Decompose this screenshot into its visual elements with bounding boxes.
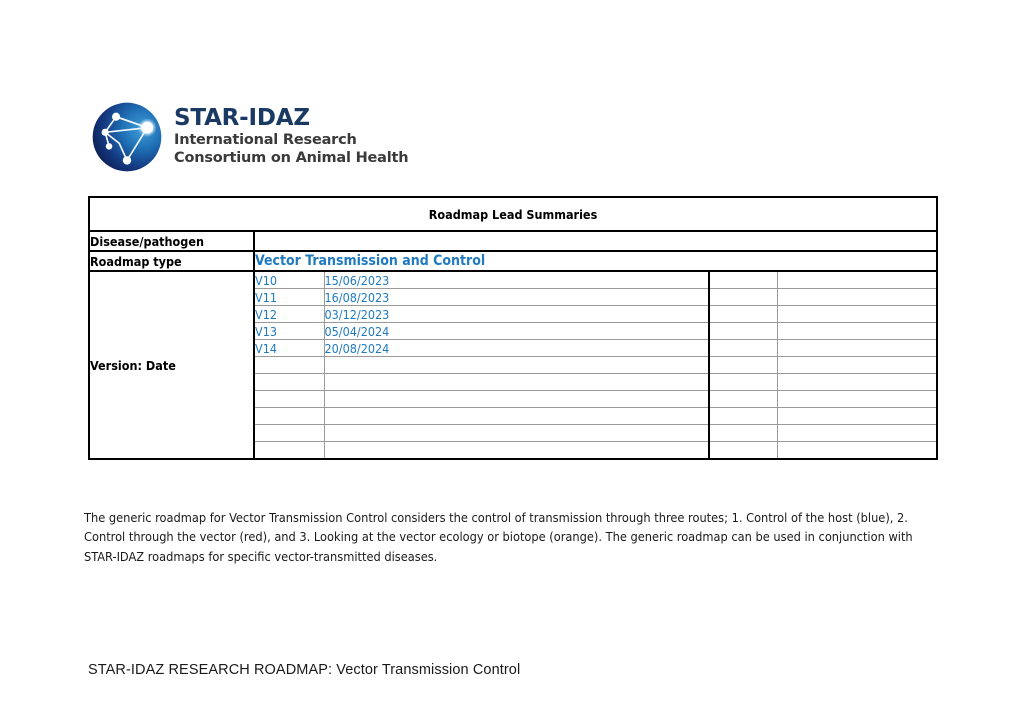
disease-pathogen-value[interactable] xyxy=(252,230,939,252)
extra-col1-cell[interactable] xyxy=(709,322,778,340)
version-cell[interactable]: V10 xyxy=(254,270,325,289)
version-cell[interactable] xyxy=(254,373,325,391)
extra-col2-cell[interactable] xyxy=(776,390,939,408)
logo-title: STAR-IDAZ xyxy=(174,105,310,132)
table-row: Version: Date V10 15/06/2023 xyxy=(88,270,939,460)
logo-wordmark: STAR-IDAZ International Research Consort… xyxy=(174,105,409,166)
roadmap-type-value-cell[interactable]: Vector Transmission and Control xyxy=(252,250,939,272)
extra-col2-cell[interactable] xyxy=(776,407,939,425)
table-title-row: Roadmap Lead Summaries xyxy=(87,196,939,232)
extra-col1-cell[interactable] xyxy=(709,339,778,357)
page-footer: STAR-IDAZ RESEARCH ROADMAP: Vector Trans… xyxy=(88,662,521,678)
version-cell[interactable]: V12 xyxy=(254,305,325,323)
extra-col1-cell[interactable] xyxy=(709,270,778,289)
version-cell[interactable]: V13 xyxy=(254,322,325,340)
date-cell[interactable] xyxy=(323,441,710,460)
extra-col1-cell[interactable] xyxy=(709,441,778,460)
roadmap-type-row: Roadmap type Vector Transmission and Con… xyxy=(88,250,939,272)
version-date-label: Version: Date xyxy=(88,270,255,460)
extra-col1-cell[interactable] xyxy=(709,288,778,306)
version-cell[interactable] xyxy=(254,356,325,374)
star-network-sphere-icon xyxy=(92,102,162,172)
extra-col2-cell[interactable] xyxy=(776,424,939,442)
extra-col1-cell[interactable] xyxy=(709,356,778,374)
logo-subtitle-line2: Consortium on Animal Health xyxy=(174,149,409,166)
version-cell[interactable] xyxy=(254,441,325,460)
extra-col1-cell[interactable] xyxy=(709,373,778,391)
disease-pathogen-label: Disease/pathogen xyxy=(88,230,255,252)
roadmap-type-value: Vector Transmission and Control xyxy=(255,253,486,269)
description-paragraph: The generic roadmap for Vector Transmiss… xyxy=(84,510,913,564)
extra-col2-cell[interactable] xyxy=(776,441,939,460)
extra-col2-cell[interactable] xyxy=(776,288,939,306)
extra-col2-cell[interactable] xyxy=(776,356,939,374)
extra-col2-cell[interactable] xyxy=(776,339,939,357)
date-cell[interactable]: 03/12/2023 xyxy=(323,305,710,323)
version-cell[interactable] xyxy=(254,424,325,442)
logo-subtitle-line1: International Research xyxy=(174,132,357,149)
extra-col1-cell[interactable] xyxy=(709,424,778,442)
extra-col1-cell[interactable] xyxy=(709,407,778,425)
extra-col1-cell[interactable] xyxy=(709,390,778,408)
roadmap-type-label: Roadmap type xyxy=(88,250,255,272)
date-cell[interactable] xyxy=(323,407,710,425)
table-body: Roadmap Lead Summaries Disease/pathogen … xyxy=(87,196,939,460)
page-title: Roadmap Lead Summaries xyxy=(87,196,939,232)
version-cell[interactable]: V14 xyxy=(254,339,325,357)
date-cell[interactable] xyxy=(323,373,710,391)
disease-pathogen-row: Disease/pathogen xyxy=(88,230,939,252)
extra-col2-cell[interactable] xyxy=(776,322,939,340)
star-idaz-logo: STAR-IDAZ International Research Consort… xyxy=(88,98,409,176)
date-cell[interactable]: 05/04/2024 xyxy=(323,322,710,340)
version-cell[interactable] xyxy=(254,390,325,408)
document-page: STAR-IDAZ International Research Consort… xyxy=(0,0,1024,724)
roadmap-lead-summaries-table: Roadmap Lead Summaries Disease/pathogen … xyxy=(87,196,939,460)
date-cell[interactable] xyxy=(323,390,710,408)
extra-col2-cell[interactable] xyxy=(776,305,939,323)
extra-col2-cell[interactable] xyxy=(776,270,939,289)
version-cell[interactable]: V11 xyxy=(254,288,325,306)
date-cell[interactable] xyxy=(323,424,710,442)
date-cell[interactable]: 20/08/2024 xyxy=(323,339,710,357)
extra-col2-cell[interactable] xyxy=(776,373,939,391)
date-cell[interactable]: 16/08/2023 xyxy=(323,288,710,306)
date-cell[interactable]: 15/06/2023 xyxy=(323,270,710,289)
version-cell[interactable] xyxy=(254,407,325,425)
extra-col1-cell[interactable] xyxy=(709,305,778,323)
date-cell[interactable] xyxy=(323,356,710,374)
